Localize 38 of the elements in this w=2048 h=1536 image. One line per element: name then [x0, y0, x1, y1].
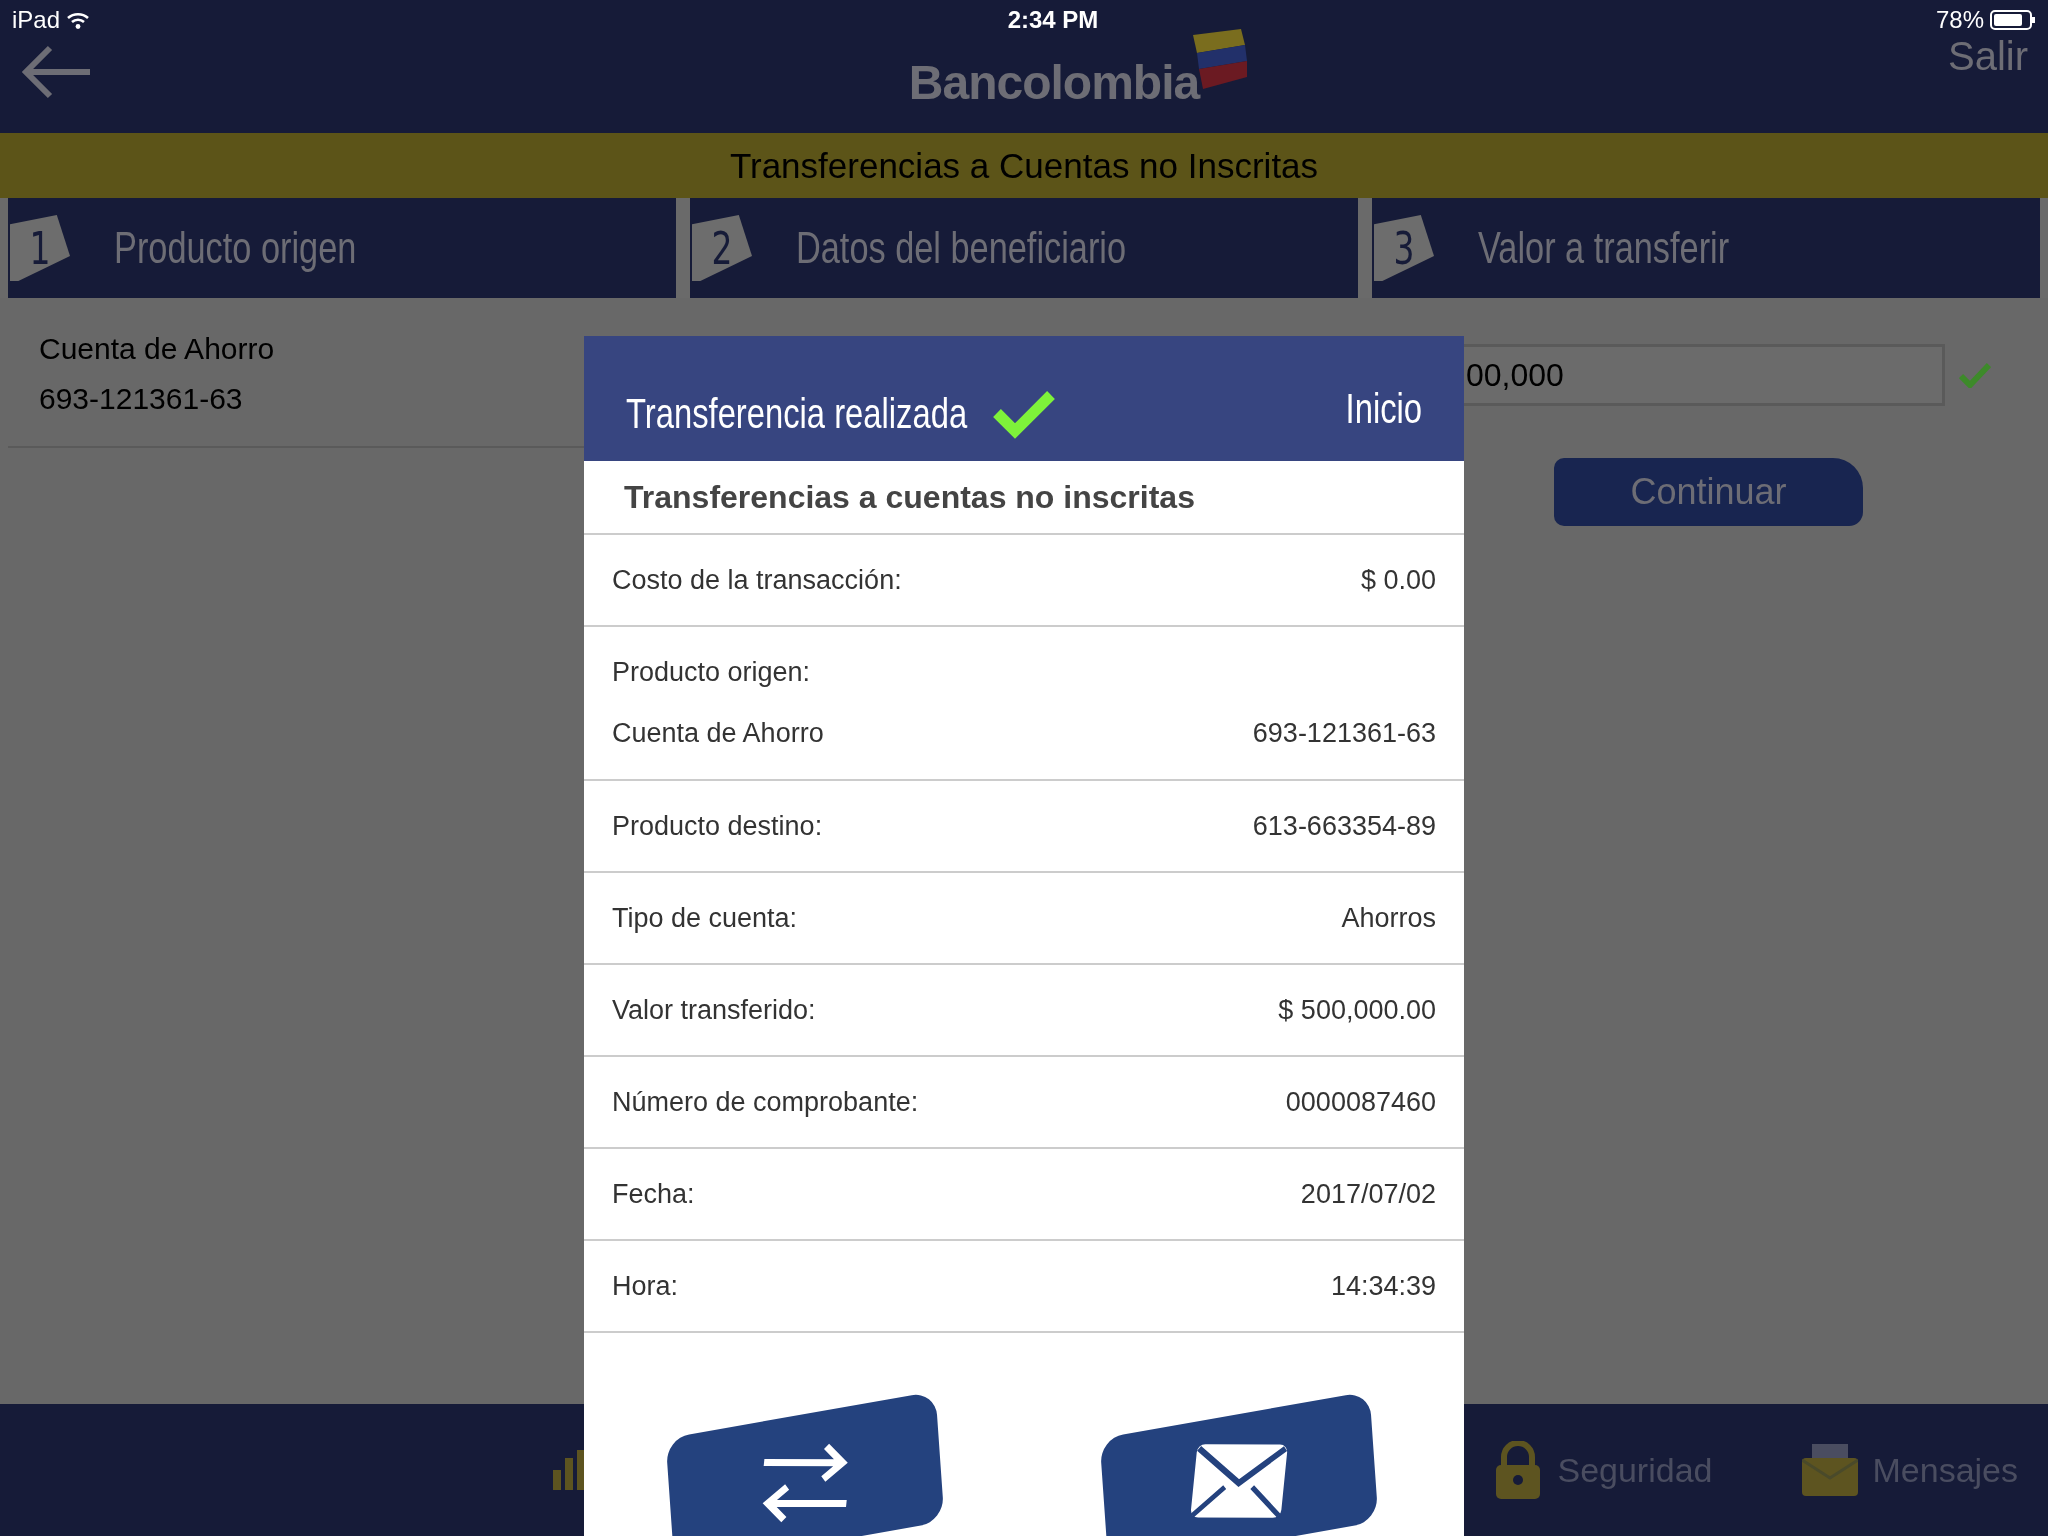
detail-label: Hora:: [612, 1270, 679, 1302]
step-number-badge: 3: [1374, 215, 1434, 281]
detail-value: 693-121361-63: [1252, 718, 1436, 749]
receipt-heading: Transferencias a cuentas no inscritas: [584, 461, 1464, 535]
amount-field[interactable]: 00,000: [1464, 344, 1945, 406]
continue-button[interactable]: Continuar: [1554, 458, 1863, 526]
step-label: Producto origen: [114, 223, 357, 273]
detail-value: 613-663354-89: [1252, 810, 1436, 842]
step-number-badge: 2: [692, 215, 752, 281]
bar-chart-icon[interactable]: [553, 1450, 587, 1490]
account-name: Cuenta de Ahorro: [39, 331, 276, 367]
step-label: Datos del beneficiario: [796, 223, 1127, 273]
page-title: Transferencias a Cuentas no Inscritas: [729, 145, 1319, 186]
bank-logo-text: Bancolombia: [908, 58, 1200, 107]
step-label: Valor a transferir: [1478, 223, 1730, 273]
detail-label: Fecha:: [612, 1178, 695, 1210]
detail-label: Valor transferido:: [612, 994, 816, 1026]
detail-value: Ahorros: [1341, 902, 1436, 934]
home-link[interactable]: Inicio: [1345, 384, 1422, 433]
detail-value: 2017/07/02: [1300, 1178, 1436, 1210]
detail-label: Tipo de cuenta:: [612, 902, 798, 934]
wifi-icon: [66, 11, 91, 29]
detail-label: Producto origen:: [612, 657, 812, 688]
detail-value: 0000087460: [1285, 1086, 1436, 1118]
battery-icon: [1990, 10, 2036, 30]
detail-label: Producto destino:: [612, 810, 823, 842]
detail-value: $ 500,000.00: [1278, 994, 1436, 1026]
detail-label: Número de comprobante:: [612, 1086, 919, 1118]
detail-value: 14:34:39: [1330, 1270, 1436, 1302]
logout-link[interactable]: Salir: [1947, 34, 2028, 79]
device-name: iPad: [12, 6, 61, 34]
modal-title: Transferencia realizada: [626, 389, 968, 438]
step-number-badge: 1: [10, 215, 70, 281]
detail-value: $ 0.00: [1360, 564, 1436, 596]
battery-percent: 78%: [1935, 6, 1984, 34]
status-time: 2:34 PM: [1007, 6, 1099, 34]
detail-label: Cuenta de Ahorro: [612, 718, 824, 749]
detail-label: Costo de la transacción:: [612, 564, 902, 596]
